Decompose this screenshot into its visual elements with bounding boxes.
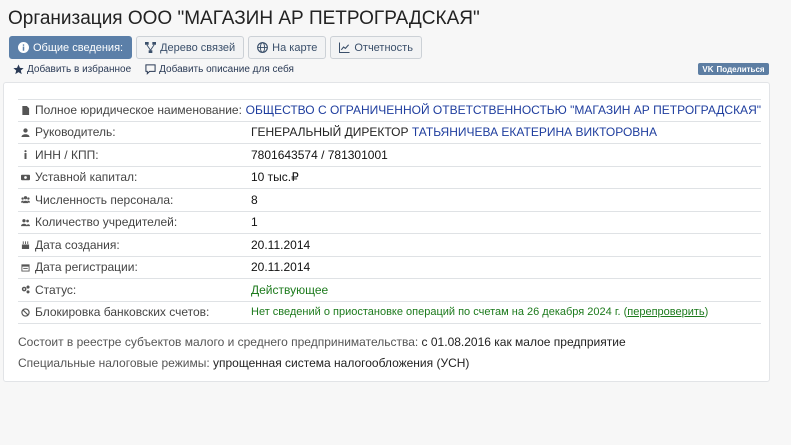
tab-bar: Общие сведения: Дерево связей На карте О… <box>9 36 422 59</box>
tax-label: Специальные налоговые режимы: <box>18 356 210 370</box>
status-value: Действующее <box>251 282 329 297</box>
details-row-registered: Дата регистрации: 20.11.2014 <box>18 257 761 279</box>
founders-count-value: 1 <box>251 215 258 230</box>
tax-regime-line: Специальные налоговые режимы: упрощенная… <box>18 356 469 370</box>
registration-date-value: 20.11.2014 <box>251 260 311 275</box>
details-row-status: Статус: Действующее <box>18 279 761 302</box>
birthday-icon <box>21 241 29 250</box>
details-row-full-name: Полное юридическое наименование: ОБЩЕСТВ… <box>18 99 761 122</box>
tab-label: Отчетность <box>354 41 413 54</box>
tab-label: Дерево связей <box>160 41 236 54</box>
staff-count-value: 8 <box>251 192 258 207</box>
details-label: Уставной капитал: <box>35 170 138 185</box>
details-row-director: Руководитель: ГЕНЕРАЛЬНЫЙ ДИРЕКТОР ТАТЬЯ… <box>18 122 761 144</box>
details-label: Блокировка банковских счетов: <box>35 305 210 320</box>
details-row-created: Дата создания: 20.11.2014 <box>18 234 761 257</box>
star-icon <box>13 64 24 75</box>
details-row-capital: Уставной капитал: 10 тыс.₽ <box>18 167 761 189</box>
details-row-founders: Количество учредителей: 1 <box>18 212 761 234</box>
details-row-inn: ИНН / КПП: 7801643574 / 781301001 <box>18 144 761 167</box>
sme-value: с 01.08.2016 как малое предприятие <box>418 335 626 349</box>
creation-date-value: 20.11.2014 <box>251 237 311 252</box>
full-name-value: ОБЩЕСТВО С ОГРАНИЧЕННОЙ ОТВЕТСТВЕННОСТЬЮ… <box>245 103 761 118</box>
details-label: Количество учредителей: <box>35 215 178 230</box>
money-icon <box>20 174 30 180</box>
info-icon <box>23 150 27 160</box>
inn-kpp-value: 7801643574 / 781301001 <box>251 147 388 162</box>
sitemap-icon <box>145 42 157 53</box>
details-label: Статус: <box>35 282 77 297</box>
capital-value: 10 тыс.₽ <box>251 170 299 185</box>
chart-icon <box>339 42 350 53</box>
user-icon <box>20 128 30 137</box>
sme-label: Состоит в реестре субъектов малого и сре… <box>18 335 419 349</box>
company-info-card: Полное юридическое наименование: ОБЩЕСТВ… <box>3 82 770 382</box>
add-description-link[interactable]: Добавить описание для себя <box>145 64 294 75</box>
users-icon <box>20 218 30 226</box>
tab-relations-tree[interactable]: Дерево связей <box>136 36 245 59</box>
tab-general-info[interactable]: Общие сведения: <box>9 36 133 59</box>
details-label: Руководитель: <box>35 125 116 140</box>
info-icon <box>18 42 29 53</box>
director-position: ГЕНЕРАЛЬНЫЙ ДИРЕКТОР <box>251 125 412 140</box>
details-label: ИНН / КПП: <box>35 147 99 162</box>
page-title: Организация ООО "МАГАЗИН АР ПЕТРОГРАДСКА… <box>8 8 480 29</box>
page: Организация ООО "МАГАЗИН АР ПЕТРОГРАДСКА… <box>0 0 791 445</box>
sme-registry-line: Состоит в реестре субъектов малого и сре… <box>18 335 626 349</box>
details-label: Дата создания: <box>35 237 120 252</box>
action-links: Добавить в избранное Добавить описание д… <box>13 64 294 75</box>
recheck-link[interactable]: перепроверить <box>627 306 704 318</box>
vk-share-button[interactable]: VK Поделиться <box>698 63 769 75</box>
cogs-icon <box>21 285 30 294</box>
users-icon <box>20 196 30 204</box>
globe-icon <box>257 42 269 53</box>
comment-icon <box>145 64 156 75</box>
tab-label: На карте <box>272 41 318 54</box>
details-row-accounts-block: Блокировка банковских счетов: Нет сведен… <box>18 302 761 324</box>
details-row-staff: Численность персонала: 8 <box>18 189 761 212</box>
details-label: Численность персонала: <box>35 192 174 207</box>
document-icon <box>21 105 29 115</box>
tax-value: упрощенная система налогообложения (УСН) <box>209 356 470 370</box>
ban-icon <box>20 308 30 317</box>
accounts-block-value: Нет сведений о приостановке операций по … <box>251 306 709 319</box>
details-table: Полное юридическое наименование: ОБЩЕСТВ… <box>18 99 761 324</box>
tab-map[interactable]: На карте <box>248 36 327 59</box>
vk-icon: VK <box>702 64 714 74</box>
tab-label: Общие сведения: <box>33 41 124 54</box>
add-to-favorites-link[interactable]: Добавить в избранное <box>13 64 131 75</box>
director-name-link[interactable]: ТАТЬЯНИЧЕВА ЕКАТЕРИНА ВИКТОРОВНА <box>412 125 657 139</box>
director-value: ГЕНЕРАЛЬНЫЙ ДИРЕКТОР ТАТЬЯНИЧЕВА ЕКАТЕРИ… <box>251 125 657 139</box>
details-label: Дата регистрации: <box>35 260 138 275</box>
details-label: Полное юридическое наименование: <box>35 103 242 118</box>
tab-reports[interactable]: Отчетность <box>330 36 422 59</box>
calendar-icon <box>20 264 30 272</box>
